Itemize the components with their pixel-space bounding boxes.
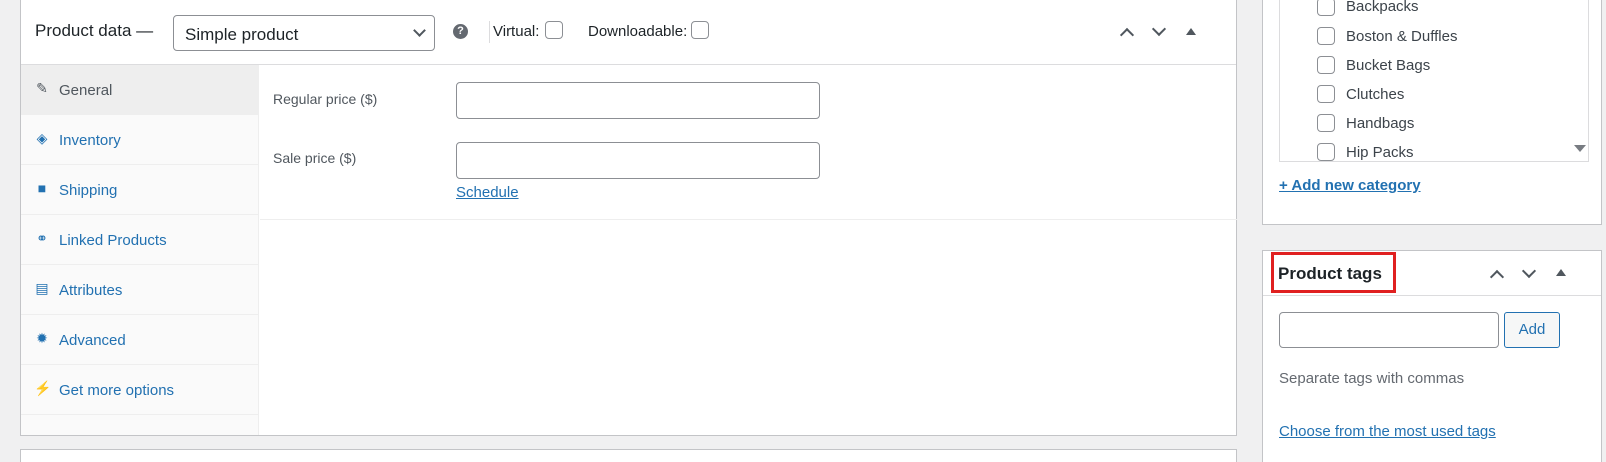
product-type-value: Simple product (185, 25, 299, 44)
scroll-down-arrow-icon[interactable] (1574, 145, 1586, 152)
category-label: Handbags (1346, 115, 1415, 132)
tag-icon: ◈ (36, 130, 48, 146)
highlight-box (1271, 252, 1396, 293)
category-label: Bucket Bags (1346, 57, 1431, 74)
tab-label: Inventory (59, 132, 121, 149)
product-data-header: Product data — Simple product ? Virtual:… (21, 0, 1236, 65)
virtual-label: Virtual: (493, 23, 540, 40)
tab-label: Advanced (59, 332, 126, 349)
add-new-category-link[interactable]: + Add new category (1279, 177, 1421, 194)
category-label: Hip Packs (1346, 144, 1414, 161)
category-checkbox[interactable] (1317, 85, 1335, 103)
collapse-toggle-icon[interactable] (1186, 28, 1196, 35)
chevron-down-icon (413, 24, 426, 37)
regular-price-input[interactable] (456, 82, 820, 119)
category-checkbox[interactable] (1317, 27, 1335, 45)
tab-label: Attributes (59, 282, 123, 299)
collapse-toggle-icon[interactable] (1556, 269, 1566, 276)
tab-attributes[interactable]: ▤ Attributes (21, 265, 258, 315)
product-data-tabs: ✎ General ◈ Inventory ■ Shipping ⚭ Linke… (21, 65, 259, 435)
next-panel-edge (20, 449, 1237, 462)
schedule-link[interactable]: Schedule (456, 184, 519, 201)
move-down-icon[interactable] (1151, 21, 1167, 37)
tab-general[interactable]: ✎ General (21, 65, 258, 115)
tab-label: General (59, 82, 113, 99)
tab-advanced[interactable]: ✹ Advanced (21, 315, 258, 365)
truck-icon: ■ (37, 180, 47, 196)
tab-label: Shipping (59, 182, 118, 199)
list-icon: ▤ (35, 280, 49, 296)
product-tags-header: Product tags (1263, 251, 1601, 296)
add-tag-button[interactable]: Add (1504, 312, 1560, 348)
tab-inventory[interactable]: ◈ Inventory (21, 115, 258, 165)
category-checkbox[interactable] (1317, 56, 1335, 74)
category-label: Boston & Duffles (1346, 28, 1458, 45)
product-tags-box: Product tags Add Separate tags with comm… (1262, 250, 1602, 462)
virtual-checkbox[interactable] (545, 21, 563, 39)
sale-price-label: Sale price ($) (273, 150, 357, 166)
most-used-tags-link[interactable]: Choose from the most used tags (1279, 423, 1496, 440)
product-categories-box: Backpacks Boston & Duffles Bucket Bags C… (1262, 0, 1602, 225)
category-checkbox[interactable] (1317, 114, 1335, 132)
fields-divider (260, 219, 1237, 220)
new-tag-input[interactable] (1279, 312, 1499, 348)
tab-linked-products[interactable]: ⚭ Linked Products (21, 215, 258, 265)
downloadable-label: Downloadable: (588, 23, 688, 40)
product-data-panel: Product data — Simple product ? Virtual:… (20, 0, 1237, 436)
gear-icon: ✹ (36, 330, 48, 346)
link-icon: ⚭ (36, 230, 48, 246)
plugin-icon: ⚡ (34, 380, 52, 396)
help-icon[interactable]: ? (453, 24, 468, 39)
move-down-icon[interactable] (1521, 263, 1537, 279)
category-checkbox[interactable] (1317, 0, 1335, 16)
product-type-select[interactable]: Simple product (173, 15, 435, 51)
wrench-icon: ✎ (36, 80, 48, 96)
category-checkbox[interactable] (1317, 143, 1335, 161)
tab-get-more-options[interactable]: ⚡ Get more options (21, 365, 258, 415)
move-up-icon[interactable] (1489, 269, 1505, 285)
regular-price-label: Regular price ($) (273, 91, 378, 107)
header-divider (489, 21, 490, 43)
product-data-title: Product data — (35, 21, 154, 40)
move-up-icon[interactable] (1119, 27, 1135, 43)
tags-hint: Separate tags with commas (1279, 370, 1465, 387)
tab-label: Linked Products (59, 232, 167, 249)
category-label: Backpacks (1346, 0, 1419, 15)
category-checklist[interactable]: Backpacks Boston & Duffles Bucket Bags C… (1279, 0, 1589, 162)
downloadable-checkbox[interactable] (691, 21, 709, 39)
category-label: Clutches (1346, 86, 1405, 103)
tab-shipping[interactable]: ■ Shipping (21, 165, 258, 215)
sale-price-input[interactable] (456, 142, 820, 179)
tab-label: Get more options (59, 382, 175, 399)
